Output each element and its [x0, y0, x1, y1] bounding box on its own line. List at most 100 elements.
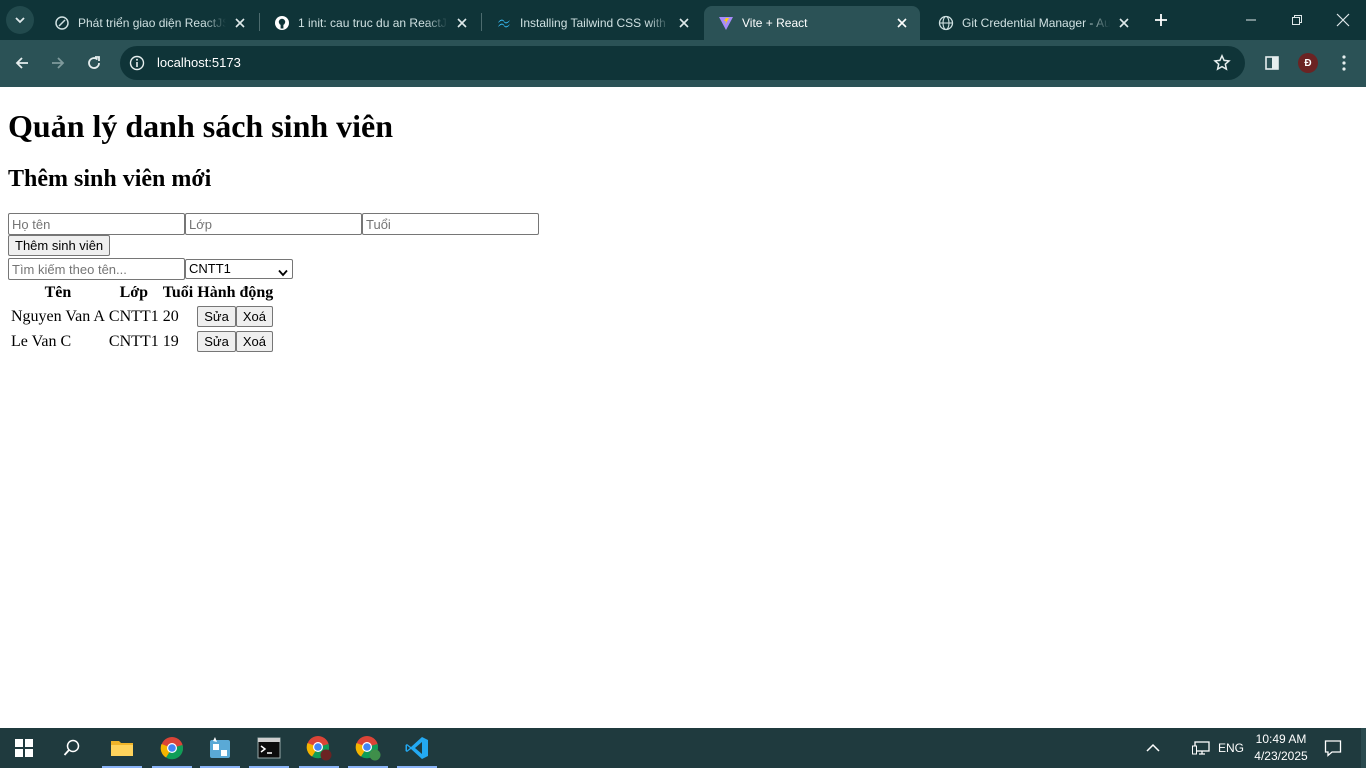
- tab-tailwind[interactable]: Installing Tailwind CSS with Vite: [482, 6, 702, 40]
- start-button[interactable]: [0, 728, 48, 768]
- vscode-icon: [405, 737, 428, 759]
- column-header-name: Tên: [44, 284, 72, 301]
- close-icon: [1336, 13, 1350, 27]
- close-tab-icon[interactable]: [894, 15, 910, 31]
- kebab-menu-icon: [1342, 55, 1346, 71]
- profile-avatar[interactable]: Đ: [1298, 53, 1318, 73]
- reload-icon: [88, 56, 100, 69]
- column-header-class: Lớp: [119, 284, 149, 301]
- delete-button[interactable]: Xoá: [235, 331, 273, 352]
- taskbar-chrome-profile-m[interactable]: [344, 728, 392, 768]
- file-explorer-icon: [111, 741, 133, 756]
- student-table: Tên Lớp Tuổi Hành động Nguyen Van A CNTT…: [8, 281, 276, 355]
- new-tab-button[interactable]: [1150, 9, 1172, 31]
- input-language-indicator[interactable]: ENG: [1216, 728, 1246, 768]
- page-viewport: Quản lý danh sách sinh viên Thêm sinh vi…: [0, 87, 1366, 728]
- reload-button[interactable]: [81, 50, 107, 76]
- minimize-icon: [1246, 19, 1256, 21]
- windows-taskbar: ENG 10:49 AM 4/23/2025: [0, 728, 1366, 768]
- side-panel-button[interactable]: [1261, 52, 1283, 74]
- age-input[interactable]: [362, 213, 539, 235]
- taskbar-terminal[interactable]: [245, 728, 293, 768]
- taskbar-file-explorer[interactable]: [98, 728, 146, 768]
- back-button[interactable]: [9, 50, 35, 76]
- filter-row: CNTT1: [8, 258, 1358, 280]
- delete-button[interactable]: Xoá: [235, 306, 273, 327]
- taskbar-chrome-profile-d[interactable]: [295, 728, 343, 768]
- chevron-up-icon: [1146, 743, 1160, 752]
- close-tab-icon[interactable]: [676, 15, 692, 31]
- table-row: Nguyen Van A CNTT1 20 Sửa Xoá: [10, 305, 274, 328]
- tab-search-button[interactable]: [6, 6, 34, 34]
- table-row: Le Van C CNTT1 19 Sửa Xoá: [10, 330, 274, 353]
- browser-menu-button[interactable]: [1333, 52, 1355, 74]
- arrow-right-icon: [52, 57, 65, 69]
- student-age: 19: [162, 332, 179, 350]
- taskbar-app[interactable]: [196, 728, 244, 768]
- column-header-actions: Hành động: [197, 284, 274, 301]
- add-student-button[interactable]: Thêm sinh viên: [8, 235, 111, 256]
- add-student-heading: Thêm sinh viên mới: [8, 166, 212, 192]
- close-tab-icon[interactable]: [454, 15, 470, 31]
- clock-date: 4/23/2025: [1254, 749, 1308, 763]
- notification-icon: [1324, 740, 1342, 757]
- taskbar-search-button[interactable]: [48, 728, 96, 768]
- search-input[interactable]: [8, 258, 185, 280]
- taskbar-clock[interactable]: 10:49 AM 4/23/2025: [1246, 731, 1316, 765]
- tab-title: Vite + React: [742, 16, 808, 30]
- close-window-button[interactable]: [1320, 0, 1366, 40]
- chrome-profile-m-icon: [355, 736, 381, 761]
- address-bar[interactable]: localhost:5173: [120, 46, 1245, 80]
- student-age: 20: [162, 307, 179, 325]
- show-desktop-button[interactable]: [1361, 728, 1366, 768]
- tab-title: Phát triển giao diện ReactJS: [78, 16, 226, 30]
- student-class: CNTT1: [108, 332, 159, 350]
- close-tab-icon[interactable]: [232, 15, 248, 31]
- name-input[interactable]: [8, 213, 185, 235]
- page-title: Quản lý danh sách sinh viên: [8, 108, 394, 144]
- terminal-icon: [257, 737, 281, 759]
- student-class: CNTT1: [108, 307, 159, 325]
- site-info-icon[interactable]: [128, 54, 146, 72]
- edit-button[interactable]: Sửa: [197, 331, 236, 352]
- chevron-down-icon: [15, 17, 25, 24]
- restore-button[interactable]: [1274, 0, 1320, 40]
- row-actions: Sửa Xoá: [196, 305, 274, 328]
- tailwind-icon: [496, 15, 512, 31]
- taskbar-vscode[interactable]: [393, 728, 441, 768]
- network-icon: [1192, 741, 1210, 755]
- arrow-left-icon: [15, 57, 28, 69]
- class-filter-value: CNTT1: [189, 261, 231, 276]
- react-router-icon: [54, 15, 70, 31]
- table-header-row: Tên Lớp Tuổi Hành động: [10, 283, 274, 303]
- search-icon: [63, 739, 80, 756]
- show-hidden-icons-button[interactable]: [1141, 728, 1165, 768]
- add-button-row: Thêm sinh viên: [8, 235, 1358, 257]
- class-filter-select[interactable]: CNTT1: [185, 259, 293, 279]
- browser-toolbar: localhost:5173 Đ: [0, 40, 1366, 87]
- edit-button[interactable]: Sửa: [197, 306, 236, 327]
- tab-react-guide[interactable]: Phát triển giao diện ReactJS: [40, 6, 258, 40]
- minimize-button[interactable]: [1228, 0, 1274, 40]
- tab-git-credential[interactable]: Git Credential Manager - Auth: [924, 6, 1142, 40]
- restore-icon: [1292, 15, 1302, 25]
- vite-icon: [718, 15, 734, 31]
- chrome-icon: [160, 737, 184, 760]
- notifications-button[interactable]: [1320, 728, 1346, 768]
- chrome-profile-d-icon: [306, 736, 332, 761]
- clock-time: 10:49 AM: [1255, 732, 1307, 746]
- plus-icon: [1155, 14, 1167, 26]
- tab-github-commit[interactable]: 1 init: cau truc du an ReactJS: [260, 6, 480, 40]
- globe-icon: [938, 15, 954, 31]
- class-input[interactable]: [185, 213, 362, 235]
- windows-start-icon: [15, 739, 33, 757]
- side-panel-icon: [1265, 56, 1279, 70]
- tab-vite-react[interactable]: Vite + React: [704, 6, 920, 40]
- close-tab-icon[interactable]: [1116, 15, 1132, 31]
- column-header-age: Tuổi: [162, 284, 194, 301]
- row-actions: Sửa Xoá: [196, 330, 274, 353]
- forward-button[interactable]: [45, 50, 71, 76]
- taskbar-chrome[interactable]: [148, 728, 196, 768]
- network-status[interactable]: [1189, 728, 1213, 768]
- bookmark-star-icon[interactable]: [1213, 54, 1231, 72]
